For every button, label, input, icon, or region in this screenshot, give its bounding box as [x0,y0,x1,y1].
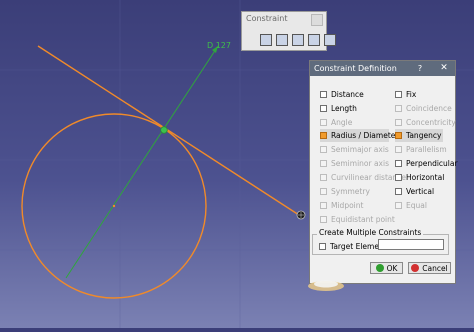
checkbox-angle: Angle [320,116,352,129]
animate-constraint-icon[interactable] [324,34,336,46]
contact-constraint-icon[interactable] [276,34,288,46]
checkbox-box [320,188,327,195]
checkbox-label: Midpoint [331,201,364,210]
checkbox-label: Symmetry [331,187,370,196]
dimension-label[interactable]: D 127 [207,41,231,50]
cancel-icon [411,264,420,272]
checkbox-midpoint: Midpoint [320,199,363,212]
close-icon[interactable]: ✕ [437,62,451,74]
checkbox-box [320,202,327,209]
checkbox-fix[interactable]: Fix [395,88,416,101]
toolbar-icons [260,34,336,48]
checkbox-label: Radius / Diameter [331,131,399,140]
toolbar-close-button[interactable] [311,14,323,26]
checkbox-semimajor-axis: Semimajor axis [320,143,389,156]
checkbox-equal: Equal [395,199,427,212]
circle-center-point[interactable] [112,204,116,208]
auto-constraint-icon[interactable] [308,34,320,46]
checkbox-box[interactable] [395,160,402,167]
checkbox-box[interactable] [320,105,327,112]
checkbox-concentricity: Concentricity [395,116,456,129]
checkbox-label: Parallelism [406,145,447,154]
tangent-line[interactable] [37,45,300,216]
checkbox-box[interactable] [320,132,327,139]
checkbox-perpendicular[interactable]: Perpendicular [395,157,458,170]
checkbox-box [320,174,327,181]
group-title: Create Multiple Constraints [317,228,424,237]
checkbox-label: Concentricity [406,118,456,127]
checkbox-tangency[interactable]: Tangency [395,129,443,142]
toolbar-title: Constraint [246,14,288,23]
checkbox-semiminor-axis: Semiminor axis [320,157,389,170]
ok-button[interactable]: OK [370,262,403,274]
checkbox-target-element[interactable]: Target Element [319,240,387,253]
checkbox-label: Horizontal [406,173,445,182]
checkbox-parallelism: Parallelism [395,143,447,156]
constraint-icon[interactable] [260,34,272,46]
checkbox-label: Distance [331,90,364,99]
checkbox-curvilinear-distance: Curvilinear distance [320,171,406,184]
checkbox-symmetry: Symmetry [320,185,370,198]
checkbox-box [320,146,327,153]
checkbox-label: Vertical [406,187,435,196]
target-element-field[interactable] [378,239,444,250]
tangency-marker-icon [160,126,168,134]
checkbox-box[interactable] [395,188,402,195]
checkbox-length[interactable]: Length [320,102,357,115]
checkbox-label: Semiminor axis [331,159,389,168]
checkbox-box[interactable] [320,91,327,98]
checkbox-label: Perpendicular [406,159,458,168]
ok-icon [375,264,384,272]
checkbox-label: Equal [406,201,427,210]
checkbox-label: Semimajor axis [331,145,389,154]
dialog-title-bar[interactable]: Constraint Definition ? ✕ [310,61,455,76]
checkbox-distance[interactable]: Distance [320,88,364,101]
help-button[interactable]: ? [414,63,426,74]
cancel-button[interactable]: Cancel [408,262,451,274]
checkbox-radius-diameter[interactable]: Radius / Diameter [320,129,398,142]
checkbox-box[interactable] [395,132,402,139]
constraint-toolbar: Constraint [241,11,336,51]
checkbox-label: Tangency [406,131,442,140]
dialog-title: Constraint Definition [314,64,397,73]
checkbox-box [395,105,402,112]
checkbox-box[interactable] [395,91,402,98]
line-endpoint-icon[interactable] [296,210,306,220]
checkbox-coincidence: Coincidence [395,102,452,115]
checkbox-label: Equidistant point [331,215,395,224]
checkbox-box [320,216,327,223]
checkbox-label: Coincidence [406,104,452,113]
compass-icon [308,280,344,291]
fix-together-icon[interactable] [292,34,304,46]
checkbox-label: Length [331,104,357,113]
checkbox-box [395,202,402,209]
checkbox-box[interactable] [319,243,326,250]
checkbox-label: Angle [331,118,353,127]
checkbox-box [395,119,402,126]
checkbox-vertical[interactable]: Vertical [395,185,434,198]
ok-label: OK [386,263,398,273]
checkbox-box [320,119,327,126]
checkbox-equidistant-point: Equidistant point [320,213,395,226]
cancel-label: Cancel [422,263,448,273]
checkbox-box [320,160,327,167]
checkbox-box[interactable] [395,174,402,181]
checkbox-horizontal[interactable]: Horizontal [395,171,444,184]
checkbox-box [395,146,402,153]
checkbox-label: Fix [406,90,417,99]
